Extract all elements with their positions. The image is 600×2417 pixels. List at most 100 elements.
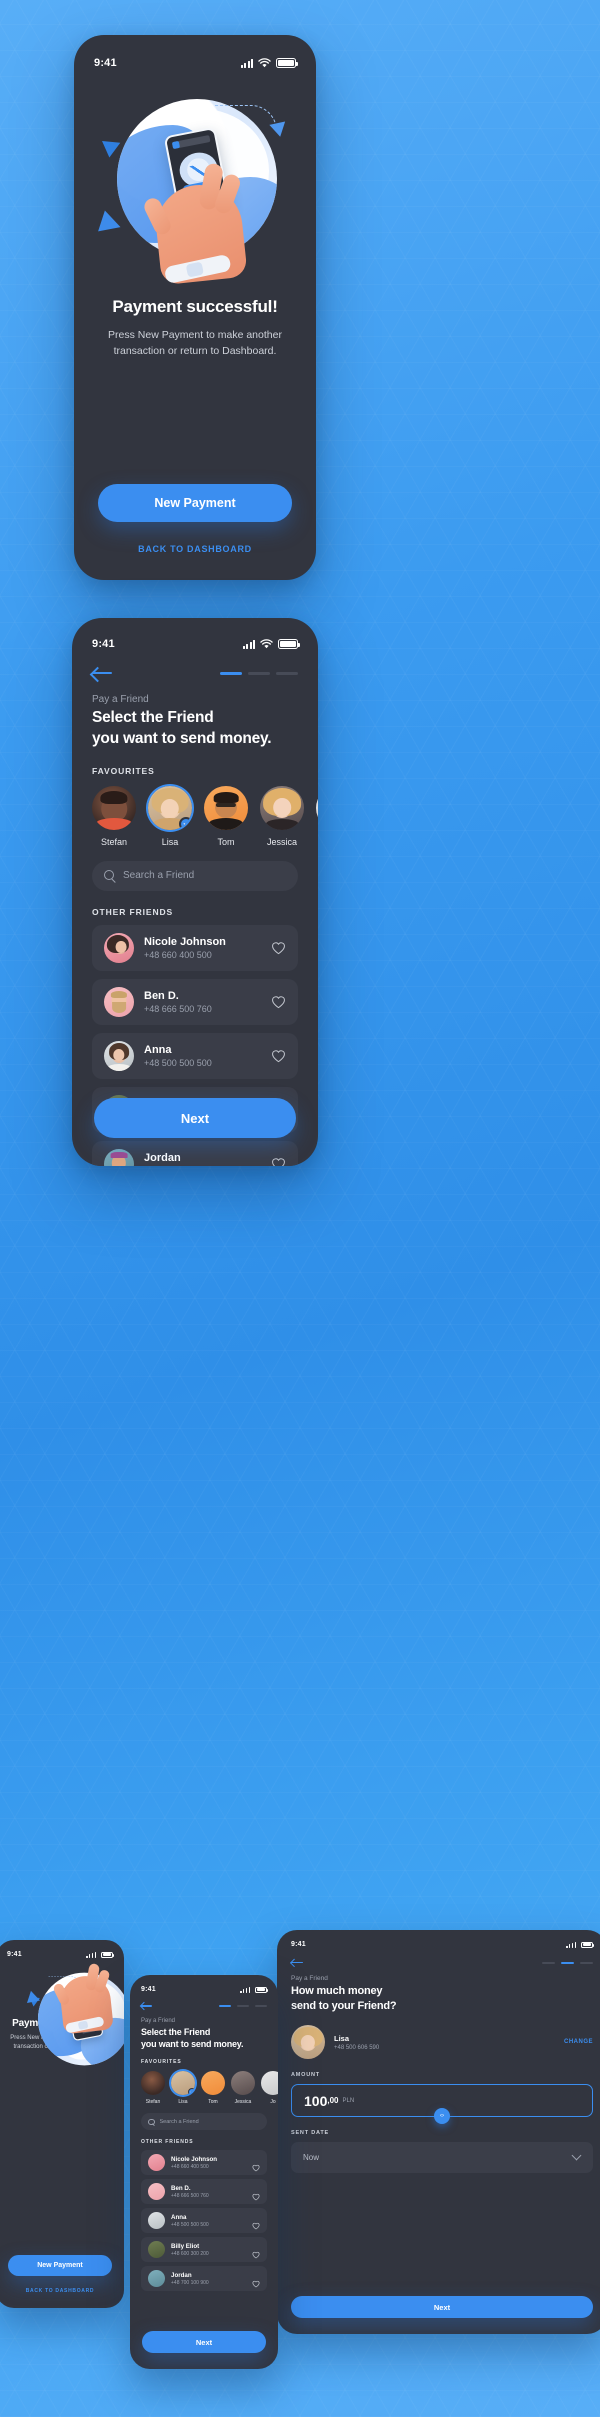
friend-phone: +48 500 500 500 [171,2221,209,2228]
list-item[interactable]: Nicole Johnson +48 660 400 500 [92,924,298,971]
favourite-item-tom[interactable]: Tom [204,785,248,847]
next-button[interactable]: Next [142,2331,266,2353]
avatar [148,2212,165,2230]
heart-icon[interactable] [271,1157,286,1166]
status-icons [240,58,298,68]
selected-payee: Lisa +48 500 606 590 CHANGE [277,2013,600,2060]
avatar [148,785,192,830]
search-field[interactable] [92,860,298,891]
avatar [201,2071,225,2096]
change-payee-link[interactable]: CHANGE [564,2039,593,2045]
sent-date-select[interactable]: Now [291,2142,593,2174]
favourite-name: Tom [208,2099,218,2106]
avatar [104,932,134,963]
search-input[interactable] [159,2118,260,2125]
status-time: 9:41 [92,638,115,650]
page-title: Select the Friend you want to send money… [72,705,318,750]
step-indicator [219,2005,267,2007]
list-item[interactable]: Anna +48 500 500 500 [141,2208,267,2234]
heart-icon[interactable] [252,2246,260,2259]
friend-phone: +48 600 300 200 [171,2250,209,2257]
favourite-item-stefan[interactable]: Stefan [92,785,136,847]
list-item[interactable]: Ben D. +48 666 500 760 [92,978,298,1025]
avatar [104,1148,134,1166]
favourite-item-lisa[interactable]: Lisa [171,2071,195,2105]
avatar [261,2071,278,2096]
presentation-canvas: 9:41 Payment successful! Press New Payme… [0,0,600,2417]
avatar [148,2154,165,2172]
heart-icon[interactable] [252,2159,260,2172]
back-arrow-icon[interactable] [141,2002,152,2010]
heart-icon[interactable] [271,1049,286,1063]
chevron-down-icon [573,2155,581,2160]
payment-success-illustration [74,91,316,286]
favourite-name: Lisa [178,2099,188,2106]
phone-mockup-amount-small: 9:41 Pay a Friend How much money send to… [277,1930,600,2334]
heart-icon[interactable] [271,941,286,955]
selected-check-icon [179,816,192,830]
wifi-icon [260,639,273,649]
new-payment-button[interactable]: New Payment [98,484,292,522]
next-button[interactable]: Next [291,2296,593,2318]
favourite-item-lisa[interactable]: Lisa [148,785,192,847]
status-icons [86,1951,114,1958]
status-bar: 9:41 [130,1975,278,1993]
back-arrow-icon[interactable] [291,1958,303,1967]
step-indicator [220,671,298,675]
favourite-item-jo[interactable]: Jo [261,2071,278,2105]
list-item[interactable]: Anna +48 500 500 500 [92,1032,298,1079]
list-item[interactable]: Ben D. +48 666 500 760 [141,2179,267,2205]
signal-bars-icon [242,639,255,649]
new-payment-button[interactable]: New Payment [8,2255,112,2276]
search-field[interactable] [141,2113,267,2131]
favourite-item-jo[interactable]: Jo [316,785,318,847]
page-title-line1: Select the Friend [92,709,214,726]
favourite-item-jessica[interactable]: Jessica [260,785,304,847]
list-item[interactable]: Nicole Johnson +48 660 400 500 [141,2150,267,2176]
status-icons [566,1941,594,1948]
favourite-name: Jessica [234,2099,252,2106]
battery-icon [581,1941,594,1948]
heart-icon[interactable] [252,2188,260,2201]
list-item[interactable]: Jordan +48 700 100 900 [92,1140,298,1166]
amount-slider-handle[interactable]: ‹› [434,2108,450,2125]
avatar [148,2270,165,2288]
status-time: 9:41 [7,1951,22,1958]
signal-bars-icon [566,1941,576,1948]
friend-phone: +48 666 500 760 [144,1003,212,1014]
avatar [104,986,134,1017]
next-button[interactable]: Next [94,1098,296,1138]
list-item[interactable]: Billy Eliot +48 600 300 200 [141,2237,267,2263]
favourite-item-jessica[interactable]: Jessica [231,2071,255,2105]
page-subtitle: Press New Payment to make another transa… [108,329,282,358]
list-item[interactable]: Jordan +48 700 100 900 [141,2266,267,2292]
status-time: 9:41 [291,1941,306,1948]
step-dot-1 [220,671,242,675]
favourite-name: Jessica [266,836,297,847]
back-to-dashboard-link[interactable]: BACK TO DASHBOARD [74,544,316,554]
page-title: Select the Friend you want to send money… [130,2024,278,2050]
favourite-item-tom[interactable]: Tom [201,2071,225,2105]
amount-label: AMOUNT [291,2072,320,2079]
friend-phone: +48 500 500 500 [144,1057,212,1068]
amount-field[interactable]: 100 ,00 PLN ‹› [291,2084,593,2125]
signal-bars-icon [86,1951,96,1958]
avatar [316,785,318,830]
avatar [92,785,136,830]
sent-date-value: Now [303,2153,320,2163]
favourite-name: Stefan [100,836,128,847]
favourites-carousel[interactable]: Stefan Lisa Tom Jessica [72,776,318,847]
step-dot-1 [219,2005,231,2007]
favourites-carousel[interactable]: Stefan Lisa Tom Jessica Jo [130,2065,278,2105]
heart-icon[interactable] [252,2217,260,2230]
back-arrow-icon[interactable] [92,666,112,680]
search-input[interactable] [123,870,286,882]
status-bar: 9:41 [72,618,318,650]
heart-icon[interactable] [252,2275,260,2288]
step-dot-2 [248,671,270,675]
heart-icon[interactable] [271,995,286,1009]
back-to-dashboard-link[interactable]: BACK TO DASHBOARD [0,2288,124,2294]
favourite-name: Stefan [145,2099,161,2106]
step-indicator [542,1961,593,1964]
favourite-item-stefan[interactable]: Stefan [141,2071,165,2105]
